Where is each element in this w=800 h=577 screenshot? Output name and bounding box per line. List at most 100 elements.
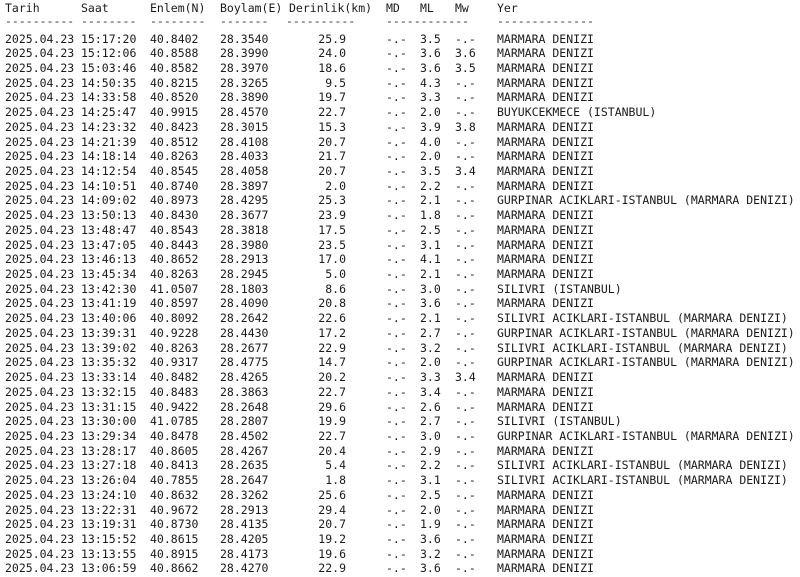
row-longitude: 28.2647 (220, 473, 269, 488)
row-location: GURPINAR ACIKLARI-ISTANBUL (MARMARA DENI… (497, 325, 795, 340)
row-time: 13:35:32 (81, 355, 137, 370)
row-ml: 4.1 (420, 252, 441, 267)
row-depth: 2.0 (325, 178, 346, 193)
row-latitude: 40.8582 (150, 60, 199, 75)
row-location: SILIVRI (ISTANBUL) (497, 414, 622, 429)
row-date: 2025.04.23 (5, 370, 75, 385)
row-md: -.- (386, 311, 407, 326)
separator-date: ---------- (5, 14, 75, 28)
table-row: 2025.04.23 13:47:05 40.8443 28.3980 23.5 -.- 3… (0, 238, 800, 253)
row-md: -.- (386, 443, 407, 458)
row-time: 13:46:13 (81, 252, 137, 267)
row-depth: 9.5 (325, 75, 346, 90)
row-longitude: 28.3890 (220, 90, 269, 105)
row-md: -.- (386, 428, 407, 443)
row-mw: -.- (455, 296, 476, 311)
row-date: 2025.04.23 (5, 208, 75, 223)
row-md: -.- (386, 222, 407, 237)
row-depth: 29.4 (318, 502, 346, 517)
row-latitude: 40.8263 (150, 267, 199, 282)
row-mw: -.- (455, 267, 476, 282)
row-location: MARMARA DENIZI (497, 487, 594, 502)
row-md: -.- (386, 134, 407, 149)
row-depth: 20.7 (318, 134, 346, 149)
row-latitude: 41.0507 (150, 281, 199, 296)
row-longitude: 28.2677 (220, 340, 269, 355)
row-depth: 29.6 (318, 399, 346, 414)
row-date: 2025.04.23 (5, 487, 75, 502)
row-date: 2025.04.23 (5, 531, 75, 546)
row-location: MARMARA DENIZI (497, 237, 594, 252)
row-location: MARMARA DENIZI (497, 222, 594, 237)
row-mw: -.- (455, 458, 476, 473)
row-mw: 3.4 (455, 370, 476, 385)
row-md: -.- (386, 31, 407, 46)
table-row: 2025.04.23 13:39:31 40.9228 28.4430 17.2 -.- 2… (0, 326, 800, 341)
row-longitude: 28.3540 (220, 31, 269, 46)
row-time: 14:21:39 (81, 134, 137, 149)
row-location: MARMARA DENIZI (497, 546, 594, 561)
row-location: MARMARA DENIZI (497, 31, 594, 46)
row-latitude: 40.8615 (150, 531, 199, 546)
table-row: 2025.04.23 13:24:10 40.8632 28.3262 25.6 -.- 2… (0, 488, 800, 503)
table-row: 2025.04.23 14:50:35 40.8215 28.3265 9.5 -.- 4.… (0, 76, 800, 91)
row-ml: 3.9 (420, 119, 441, 134)
separator-longitude: ------- (220, 14, 269, 28)
row-time: 13:31:15 (81, 399, 137, 414)
row-depth: 22.7 (318, 384, 346, 399)
row-location: MARMARA DENIZI (497, 119, 594, 134)
row-latitude: 40.8430 (150, 208, 199, 223)
row-date: 2025.04.23 (5, 517, 75, 532)
row-ml: 3.6 (420, 531, 441, 546)
row-longitude: 28.4205 (220, 531, 269, 546)
row-date: 2025.04.23 (5, 163, 75, 178)
table-row: 2025.04.23 13:46:13 40.8652 28.2913 17.0 -.- 4… (0, 252, 800, 267)
row-ml: 3.6 (420, 296, 441, 311)
row-depth: 22.7 (318, 428, 346, 443)
table-row: 2025.04.23 13:06:59 40.8662 28.4270 22.9 -.- 3… (0, 561, 800, 576)
row-date: 2025.04.23 (5, 31, 75, 46)
row-mw: -.- (455, 208, 476, 223)
row-date: 2025.04.23 (5, 399, 75, 414)
row-depth: 20.4 (318, 443, 346, 458)
row-location: SILIVRI ACIKLARI-ISTANBUL (MARMARA DENIZ… (497, 340, 788, 355)
row-ml: 2.5 (420, 222, 441, 237)
row-ml: 3.0 (420, 281, 441, 296)
row-mw: -.- (455, 134, 476, 149)
row-location: MARMARA DENIZI (497, 60, 594, 75)
row-longitude: 28.3970 (220, 60, 269, 75)
row-latitude: 40.9422 (150, 399, 199, 414)
row-latitude: 40.8545 (150, 163, 199, 178)
row-time: 15:17:20 (81, 31, 137, 46)
row-latitude: 40.9317 (150, 355, 199, 370)
row-ml: 3.6 (420, 46, 441, 61)
row-latitude: 40.8402 (150, 31, 199, 46)
row-depth: 25.3 (318, 193, 346, 208)
row-depth: 1.8 (325, 473, 346, 488)
row-date: 2025.04.23 (5, 546, 75, 561)
row-latitude: 40.8512 (150, 134, 199, 149)
row-depth: 22.7 (318, 105, 346, 120)
table-row: 2025.04.23 13:33:14 40.8482 28.4265 20.2 -.- 3… (0, 370, 800, 385)
row-latitude: 40.8597 (150, 296, 199, 311)
row-mw: -.- (455, 517, 476, 532)
row-latitude: 40.8483 (150, 384, 199, 399)
row-location: MARMARA DENIZI (497, 561, 594, 576)
row-time: 13:32:15 (81, 384, 137, 399)
row-latitude: 40.8652 (150, 252, 199, 267)
row-md: -.- (386, 193, 407, 208)
row-ml: 1.8 (420, 208, 441, 223)
row-md: -.- (386, 208, 407, 223)
row-longitude: 28.4058 (220, 163, 269, 178)
row-longitude: 28.4090 (220, 296, 269, 311)
row-depth: 19.9 (318, 414, 346, 429)
row-md: -.- (386, 502, 407, 517)
table-row: 2025.04.23 13:15:52 40.8615 28.4205 19.2 -.- 3… (0, 532, 800, 547)
row-ml: 2.2 (420, 458, 441, 473)
row-longitude: 28.2913 (220, 252, 269, 267)
row-longitude: 28.3015 (220, 119, 269, 134)
row-mw: -.- (455, 222, 476, 237)
row-location: GURPINAR ACIKLARI-ISTANBUL (MARMARA DENI… (497, 193, 795, 208)
row-time: 14:50:35 (81, 75, 137, 90)
row-depth: 5.4 (325, 458, 346, 473)
